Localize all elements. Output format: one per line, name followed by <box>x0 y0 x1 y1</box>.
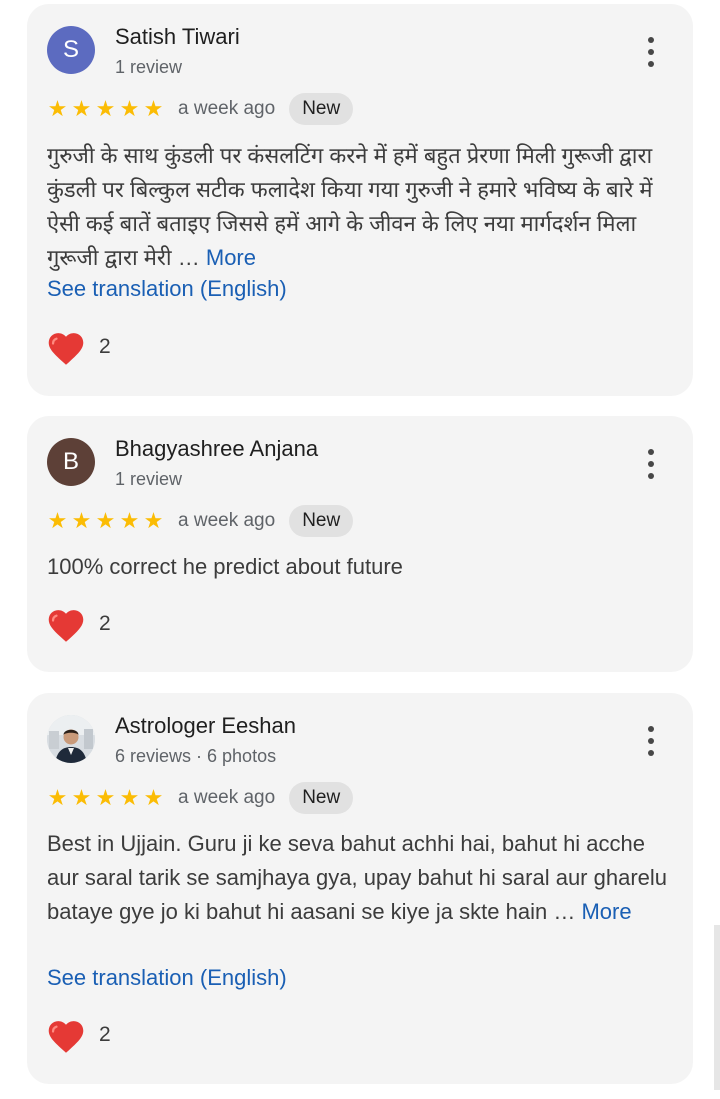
reaction-button[interactable]: 2 <box>45 328 111 366</box>
star-rating: ★ ★ ★ ★ ★ <box>47 510 164 532</box>
avatar[interactable]: B <box>47 438 95 486</box>
more-vert-icon[interactable] <box>639 446 663 482</box>
ellipsis: … <box>553 899 576 924</box>
star-icon: ★ <box>71 785 92 810</box>
star-icon: ★ <box>119 785 140 810</box>
reaction-count: 2 <box>99 1023 111 1046</box>
star-icon: ★ <box>143 508 164 533</box>
new-badge: New <box>289 782 354 814</box>
scrollbar[interactable] <box>714 925 720 1090</box>
review-card: Astrologer Eeshan 6 reviews · 6 photos ★… <box>27 693 693 1084</box>
star-icon: ★ <box>119 96 140 121</box>
star-icon: ★ <box>95 96 116 121</box>
star-icon: ★ <box>47 785 68 810</box>
see-translation-link[interactable]: See translation (English) <box>47 276 287 302</box>
avatar[interactable]: S <box>47 26 95 74</box>
star-rating: ★ ★ ★ ★ ★ <box>47 787 164 809</box>
avatar[interactable] <box>47 715 95 763</box>
heart-icon <box>48 333 84 365</box>
star-icon: ★ <box>47 508 68 533</box>
reaction-count: 2 <box>99 335 111 358</box>
star-icon: ★ <box>95 785 116 810</box>
more-vert-icon[interactable] <box>639 34 663 70</box>
star-icon: ★ <box>143 785 164 810</box>
review-text: 100% correct he predict about future <box>47 554 403 579</box>
star-icon: ★ <box>119 508 140 533</box>
see-translation-link[interactable]: See translation (English) <box>47 965 287 991</box>
star-icon: ★ <box>47 96 68 121</box>
ellipsis: … <box>177 245 200 270</box>
reviewer-name[interactable]: Satish Tiwari <box>115 24 240 50</box>
reaction-button[interactable]: 2 <box>45 605 111 643</box>
reaction-button[interactable]: 2 <box>45 1016 111 1054</box>
reviewer-meta: 1 review <box>115 469 183 489</box>
more-vert-icon[interactable] <box>639 723 663 759</box>
review-card: B Bhagyashree Anjana 1 review ★ ★ ★ ★ ★ … <box>27 416 693 672</box>
user-photo-icon <box>47 715 95 763</box>
star-icon: ★ <box>71 96 92 121</box>
review-card: S Satish Tiwari 1 review ★ ★ ★ ★ ★ a wee… <box>27 4 693 396</box>
heart-icon <box>48 1021 84 1053</box>
review-time: a week ago <box>178 510 276 531</box>
review-time: a week ago <box>178 98 276 119</box>
review-text: गुरुजी के साथ कुंडली पर कंसलटिंग करने मे… <box>47 139 669 275</box>
new-badge: New <box>289 93 354 125</box>
new-badge: New <box>289 505 354 537</box>
review-time: a week ago <box>178 787 276 808</box>
star-icon: ★ <box>71 508 92 533</box>
star-icon: ★ <box>143 96 164 121</box>
more-link[interactable]: More <box>206 245 256 270</box>
reaction-count: 2 <box>99 612 111 635</box>
rating-row: ★ ★ ★ ★ ★ a week ago New <box>47 92 354 126</box>
rating-row: ★ ★ ★ ★ ★ a week ago New <box>47 781 354 815</box>
reviewer-meta: 6 reviews · 6 photos <box>115 746 277 766</box>
reviewer-name[interactable]: Astrologer Eeshan <box>115 713 296 739</box>
review-text: Best in Ujjain. Guru ji ke seva bahut ac… <box>47 827 669 929</box>
reviewer-name[interactable]: Bhagyashree Anjana <box>115 436 318 462</box>
heart-icon <box>48 610 84 642</box>
review-text-body: गुरुजी के साथ कुंडली पर कंसलटिंग करने मे… <box>47 143 653 270</box>
rating-row: ★ ★ ★ ★ ★ a week ago New <box>47 504 354 538</box>
reviewer-meta: 1 review <box>115 57 183 77</box>
more-link[interactable]: More <box>581 899 631 924</box>
star-rating: ★ ★ ★ ★ ★ <box>47 98 164 120</box>
star-icon: ★ <box>95 508 116 533</box>
